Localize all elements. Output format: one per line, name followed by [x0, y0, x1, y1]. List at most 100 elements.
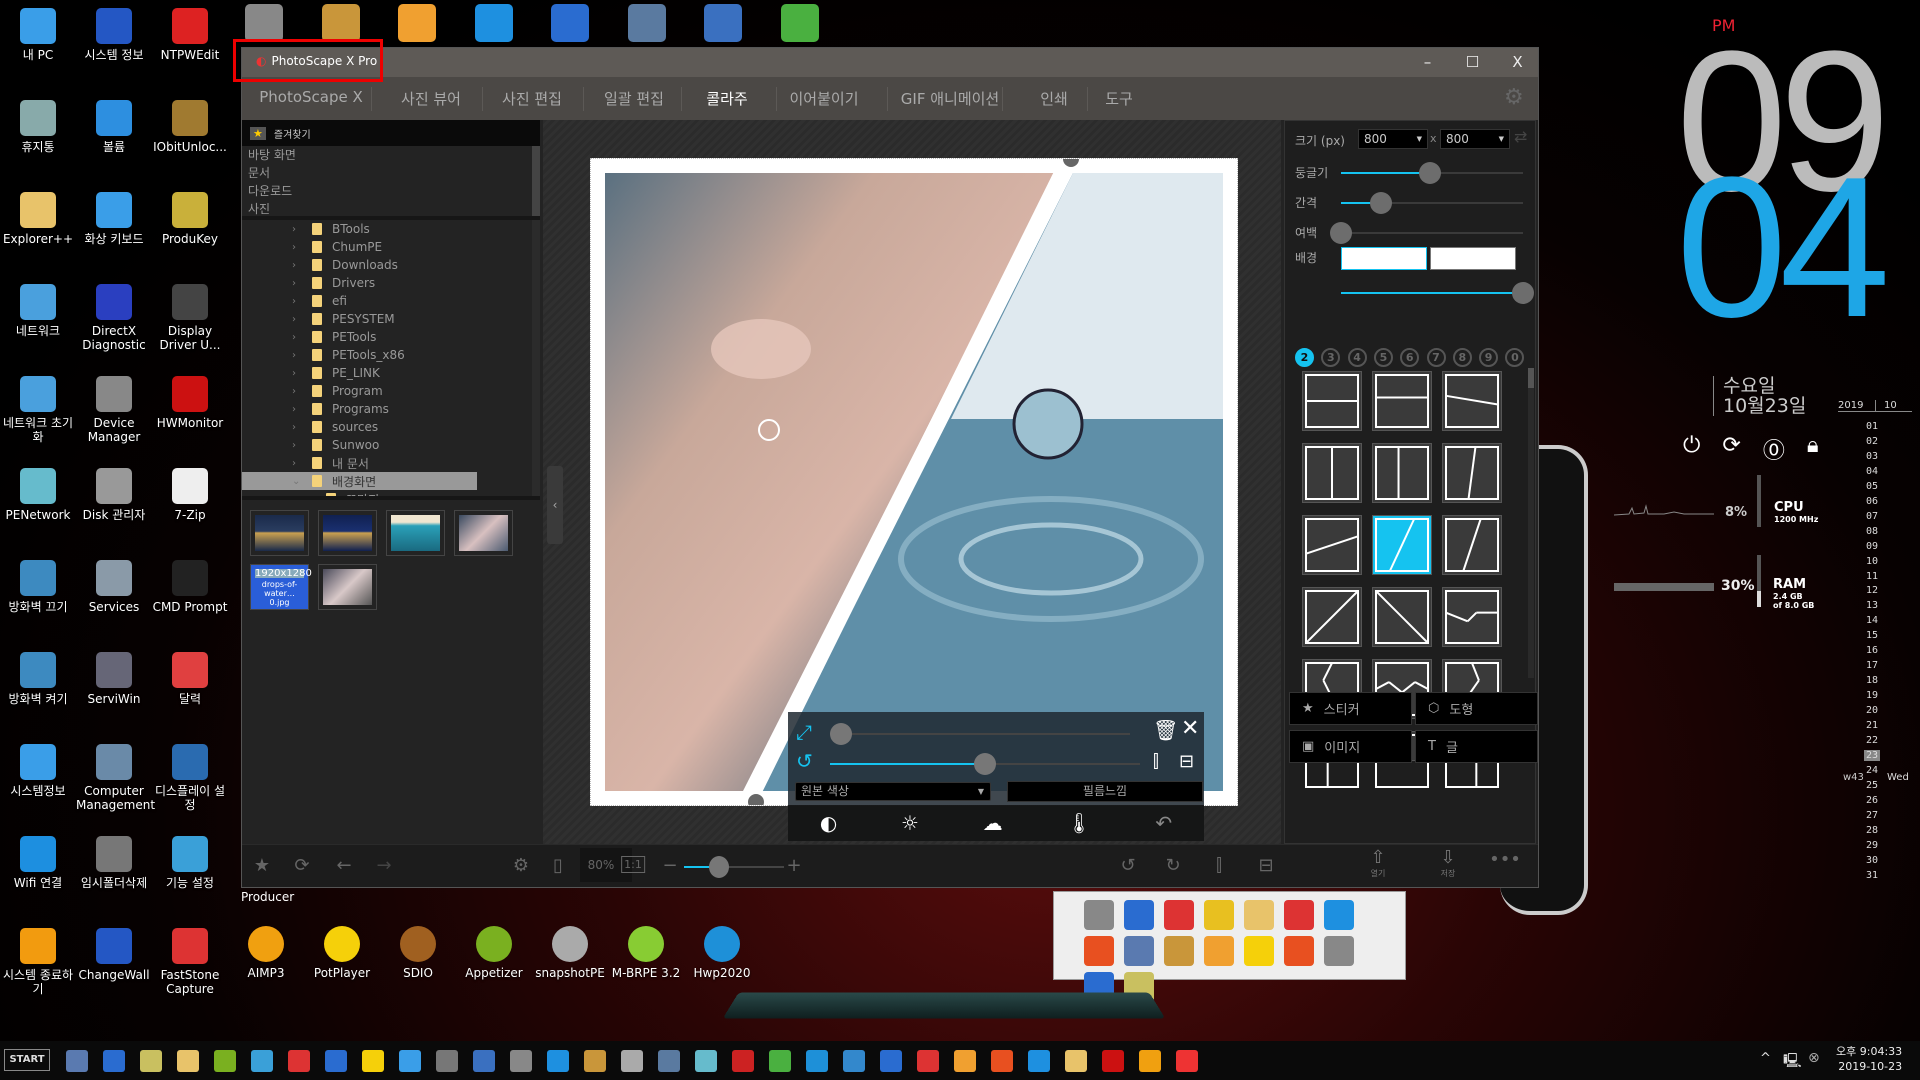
desktop-icon[interactable]: 방화벽 켜기 — [0, 652, 76, 706]
taskbar-app-icon[interactable] — [695, 1050, 717, 1072]
rotate-icon[interactable]: ↺ — [796, 749, 813, 773]
flip-vertical-button[interactable]: ⊟ — [1258, 855, 1273, 876]
thumbnail-night-lake-2[interactable] — [318, 510, 377, 556]
taskbar-app-icon[interactable] — [917, 1050, 939, 1072]
quick-launch-icon[interactable] — [1324, 936, 1354, 966]
layout-option[interactable] — [1372, 443, 1432, 503]
desktop-icon[interactable]: AIMP3 — [228, 926, 304, 980]
taskbar-app-icon[interactable] — [214, 1050, 236, 1072]
taskbar-app-icon[interactable] — [547, 1050, 569, 1072]
desktop-icon[interactable]: ChangeWall — [76, 928, 152, 982]
chevron-right-icon[interactable]: › — [292, 296, 306, 307]
quick-launch-icon[interactable] — [1244, 936, 1274, 966]
width-dropdown[interactable]: 800 ▼ — [1358, 129, 1428, 149]
rotate-left-icon[interactable]: ↺ — [1120, 855, 1135, 876]
desktop-icon[interactable]: ProduKey — [152, 192, 228, 246]
lock-icon[interactable]: 🔒︎ — [1807, 433, 1819, 465]
folder-item[interactable]: › BTools — [242, 220, 532, 238]
desktop-icon[interactable]: 시스템 종료하기 — [0, 928, 76, 996]
calendar-day[interactable]: 17 — [1866, 660, 1878, 671]
calendar-day[interactable]: 25 — [1866, 780, 1878, 791]
folder-item[interactable]: › PESYSTEM — [242, 310, 532, 328]
desktop-icon[interactable]: Display Driver U... — [152, 284, 228, 352]
favorite-item[interactable]: 사진 — [242, 200, 532, 216]
tray-expand-icon[interactable]: ^ — [1760, 1051, 1771, 1066]
quick-launch-icon[interactable] — [1204, 936, 1234, 966]
folder-item[interactable]: › 꼬마진 — [242, 490, 532, 496]
desktop-icon[interactable]: 7-Zip — [152, 468, 228, 522]
calendar-day[interactable]: 19 — [1866, 690, 1878, 701]
quick-launch-icon[interactable] — [1084, 936, 1114, 966]
tab-7[interactable]: 인쇄 — [1040, 88, 1068, 109]
fit-photo-icon[interactable]: ⤢ — [796, 720, 812, 744]
quick-launch-icon[interactable] — [1084, 900, 1114, 930]
taskbar-app-icon[interactable] — [1065, 1050, 1087, 1072]
taskbar-app-icon[interactable] — [436, 1050, 458, 1072]
desktop-icon[interactable]: 볼륨 — [76, 100, 152, 154]
k-icon[interactable] — [245, 4, 283, 42]
folder-item[interactable]: › efi — [242, 292, 532, 310]
desktop-icon[interactable]: 시스템 정보 — [76, 8, 152, 62]
calendar-day[interactable]: 26 — [1866, 795, 1878, 806]
layout-option[interactable] — [1442, 371, 1502, 431]
layout-option[interactable] — [1372, 587, 1432, 647]
scale-slider[interactable] — [830, 723, 1130, 745]
calendar-day[interactable]: 02 — [1866, 436, 1878, 447]
temperature-icon[interactable]: 🌡︎ — [1066, 811, 1091, 835]
undo-icon[interactable]: ↶ — [1155, 811, 1172, 835]
more-icon[interactable]: ••• — [1489, 849, 1521, 870]
desktop-icon[interactable]: 방화벽 끄기 — [0, 560, 76, 614]
color-mode-dropdown[interactable]: 원본 색상 ▼ — [795, 782, 991, 801]
chevron-right-icon[interactable]: › — [292, 368, 306, 379]
settings-icon[interactable]: ⚙ — [513, 855, 529, 876]
calendar-day[interactable]: 23 — [1864, 749, 1881, 761]
taskbar-app-icon[interactable] — [103, 1050, 125, 1072]
calendar-day[interactable]: 27 — [1866, 810, 1878, 821]
desktop-icon[interactable]: 네트워크 초기화 — [0, 376, 76, 444]
settings-gear-icon[interactable]: ⚙ — [1504, 85, 1524, 110]
taskbar-app-icon[interactable] — [1028, 1050, 1050, 1072]
desktop-icon[interactable]: 시스템정보 — [0, 744, 76, 798]
taskbar-app-icon[interactable] — [66, 1050, 88, 1072]
opacity-slider[interactable] — [1341, 282, 1534, 304]
margin-slider[interactable] — [1330, 222, 1523, 244]
volume-muted-icon[interactable]: ⊗ — [1808, 1050, 1820, 1066]
desktop-icon[interactable]: 휴지통 — [0, 100, 76, 154]
tab-8[interactable]: 도구 — [1105, 88, 1133, 109]
taskbar-app-icon[interactable] — [325, 1050, 347, 1072]
desktop-icon[interactable]: Hwp2020 — [684, 926, 760, 980]
camera-icon[interactable] — [627, 4, 666, 42]
taskbar-app-icon[interactable] — [399, 1050, 421, 1072]
spacing-slider[interactable] — [1341, 192, 1523, 214]
actual-size-button[interactable]: 1:1 — [621, 856, 645, 873]
title-bar[interactable]: ◐ PhotoScape X Pro – ☐ X — [242, 48, 1538, 77]
layout-option[interactable] — [1302, 443, 1362, 503]
background-pattern-swatch[interactable] — [1430, 247, 1516, 270]
taskbar-app-icon[interactable] — [1102, 1050, 1124, 1072]
flip-horizontal-button[interactable]: ⫿ — [1216, 855, 1222, 876]
quick-launch-icon[interactable] — [1324, 900, 1354, 930]
split-handle-bottom[interactable] — [748, 794, 764, 805]
folder-item[interactable]: › Program — [242, 382, 532, 400]
folder-item[interactable]: › PETools — [242, 328, 532, 346]
calendar-day[interactable]: 05 — [1866, 481, 1878, 492]
calendar-day[interactable]: 20 — [1866, 705, 1878, 716]
photo-count-4[interactable]: 4 — [1347, 348, 1367, 367]
taskbar-app-icon[interactable] — [584, 1050, 606, 1072]
thumbnail-drops-of-water[interactable]: 1920x1280 drops-of-water…0.jpg — [250, 564, 312, 610]
tool-icon[interactable] — [704, 4, 742, 42]
quick-launch-icon[interactable] — [1244, 900, 1274, 930]
desktop-icon[interactable]: Appetizer — [456, 926, 532, 980]
calendar-day[interactable]: 04 — [1866, 466, 1878, 477]
taskbar-app-icon[interactable] — [954, 1050, 976, 1072]
desktop-icon[interactable]: 임시폴더삭제 — [76, 836, 152, 890]
chevron-right-icon[interactable]: › — [292, 260, 306, 271]
favorite-star-icon[interactable]: ★ — [254, 855, 270, 876]
desktop-icon[interactable]: DirectX Diagnostic — [76, 284, 152, 352]
calendar-day[interactable]: 13 — [1866, 600, 1878, 611]
tab-1[interactable]: 사진 뷰어 — [401, 88, 461, 109]
cloud-icon[interactable]: ☁ — [983, 811, 1003, 835]
clover-icon[interactable] — [780, 4, 819, 42]
add-text-button[interactable]: T글 — [1415, 730, 1538, 763]
calendar-day[interactable]: 10 — [1866, 556, 1878, 567]
